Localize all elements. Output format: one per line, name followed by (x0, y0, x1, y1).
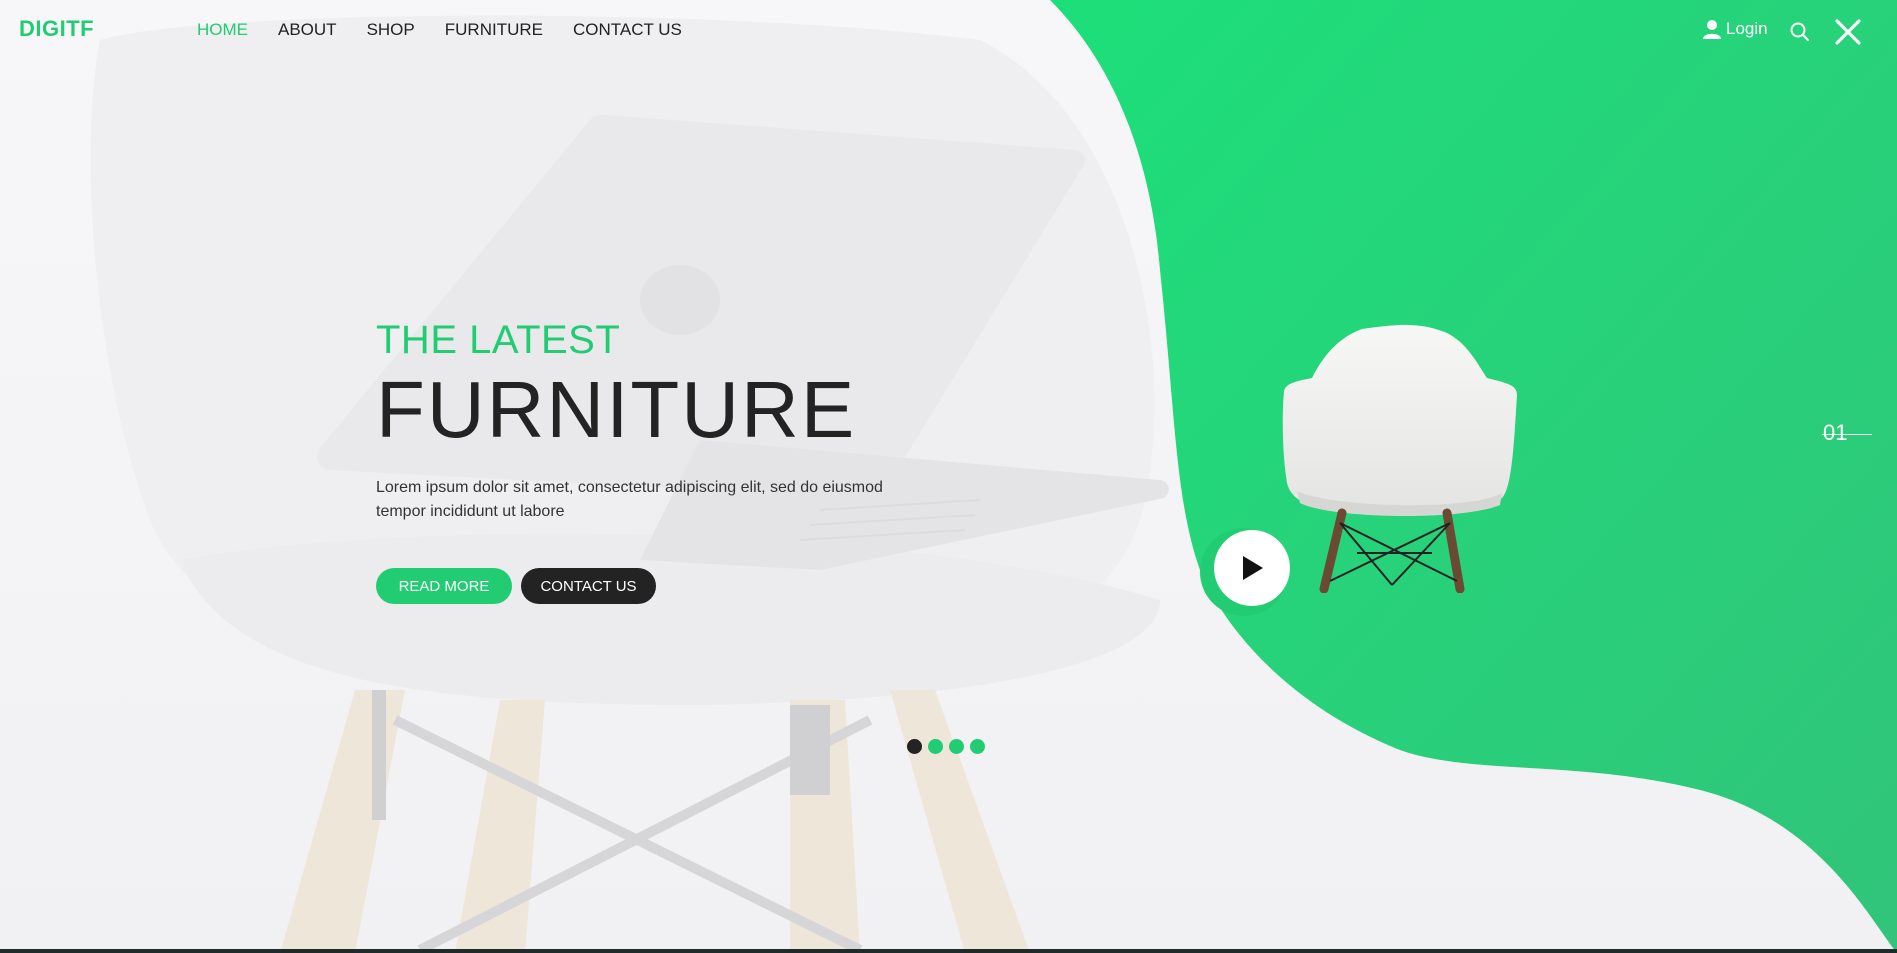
search-icon[interactable] (1789, 21, 1811, 43)
user-icon (1703, 20, 1721, 39)
nav-furniture[interactable]: FURNITURE (445, 20, 543, 40)
hero-description: Lorem ipsum dolor sit amet, consectetur … (376, 479, 883, 520)
slider-dot-3[interactable] (949, 739, 964, 754)
slider-dot-2[interactable] (928, 739, 943, 754)
login-button[interactable]: Login (1703, 19, 1768, 39)
page: DIGITF HOME ABOUT SHOP FURNITURE CONTACT… (0, 0, 1897, 953)
slider-dot-1[interactable] (907, 739, 922, 754)
play-button[interactable] (1214, 530, 1290, 606)
contact-us-button[interactable]: CONTACT US (521, 568, 656, 604)
nav-home[interactable]: HOME (197, 20, 248, 40)
green-shape (1050, 0, 1897, 953)
main-nav: HOME ABOUT SHOP FURNITURE CONTACT US (197, 20, 682, 40)
white-chair-image (1282, 324, 1517, 593)
play-icon (1243, 556, 1263, 580)
nav-contact-us[interactable]: CONTACT US (573, 20, 682, 40)
logo[interactable]: DIGITF (19, 16, 94, 42)
close-icon[interactable] (1834, 18, 1862, 46)
bottom-divider (0, 949, 1897, 953)
read-more-button[interactable]: READ MORE (376, 568, 512, 604)
nav-shop[interactable]: SHOP (367, 20, 415, 40)
slider-dot-4[interactable] (970, 739, 985, 754)
slide-number: 01 (1823, 420, 1848, 445)
hero-title: FURNITURE (376, 365, 857, 454)
nav-about[interactable]: ABOUT (278, 20, 337, 40)
login-label: Login (1726, 19, 1768, 38)
hero-subtitle: THE LATEST (376, 318, 621, 362)
slider-dots (907, 739, 985, 754)
